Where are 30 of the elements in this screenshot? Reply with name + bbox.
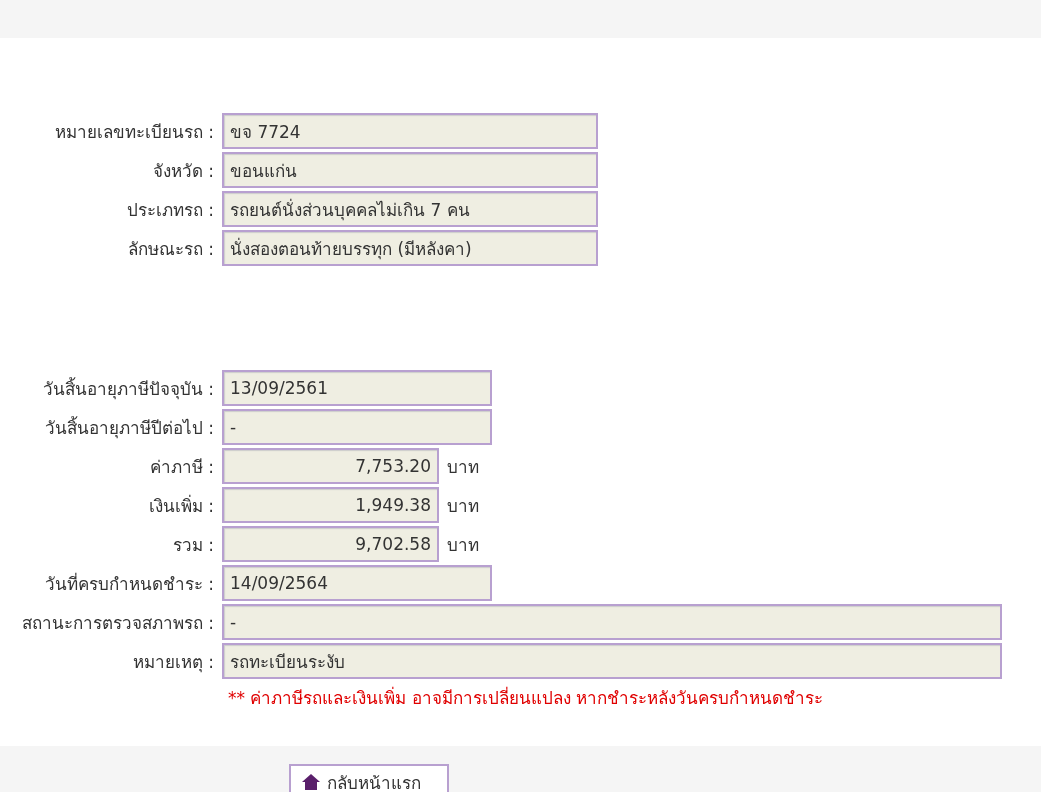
value-field: นั่งสองตอนท้ายบรรทุก (มีหลังคา) [222, 230, 598, 266]
unit-label: บาท [447, 455, 479, 479]
field-label: หมายเลขทะเบียนรถ : [53, 120, 215, 144]
value-field: ขจ 7724 [222, 113, 598, 149]
field-label: รวม : [171, 533, 215, 557]
value-field: - [222, 604, 1002, 640]
value-field: 14/09/2564 [222, 565, 492, 601]
field-label: เงินเพิ่ม : [147, 493, 215, 518]
home-icon [301, 773, 321, 791]
value-field: 13/09/2561 [222, 370, 492, 406]
field-label: วันที่ครบกำหนดชำระ : [43, 571, 215, 596]
value-field: 1,949.38 [222, 487, 439, 523]
field-label: สถานะการตรวจสภาพรถ : [20, 611, 215, 635]
field-label: ลักษณะรถ : [126, 237, 215, 261]
unit-label: บาท [447, 494, 479, 518]
field-label: วันสิ้นอายุภาษีปีต่อไป : [43, 415, 215, 441]
field-label: จังหวัด : [151, 159, 215, 183]
value-field: 7,753.20 [222, 448, 439, 484]
field-label: ประเภทรถ : [125, 198, 215, 222]
field-label: หมายเหตุ : [131, 650, 215, 675]
value-field: รถยนต์นั่งส่วนบุคคลไม่เกิน 7 คน [222, 191, 598, 227]
value-field: - [222, 409, 492, 445]
field-label: วันสิ้นอายุภาษีปัจจุบัน : [41, 376, 215, 402]
warning-text: ** ค่าภาษีรถและเงินเพิ่ม อาจมีการเปลี่ยนแปลง หากชำระหลังวันครบกำหนดชำระ [228, 685, 824, 710]
value-field: ขอนแก่น [222, 152, 598, 188]
home-button[interactable]: กลับหน้าแรก [289, 764, 449, 792]
value-field: รถทะเบียนระงับ [222, 643, 1002, 679]
unit-label: บาท [447, 533, 479, 557]
field-label: ค่าภาษี : [148, 455, 215, 479]
value-field: 9,702.58 [222, 526, 439, 562]
